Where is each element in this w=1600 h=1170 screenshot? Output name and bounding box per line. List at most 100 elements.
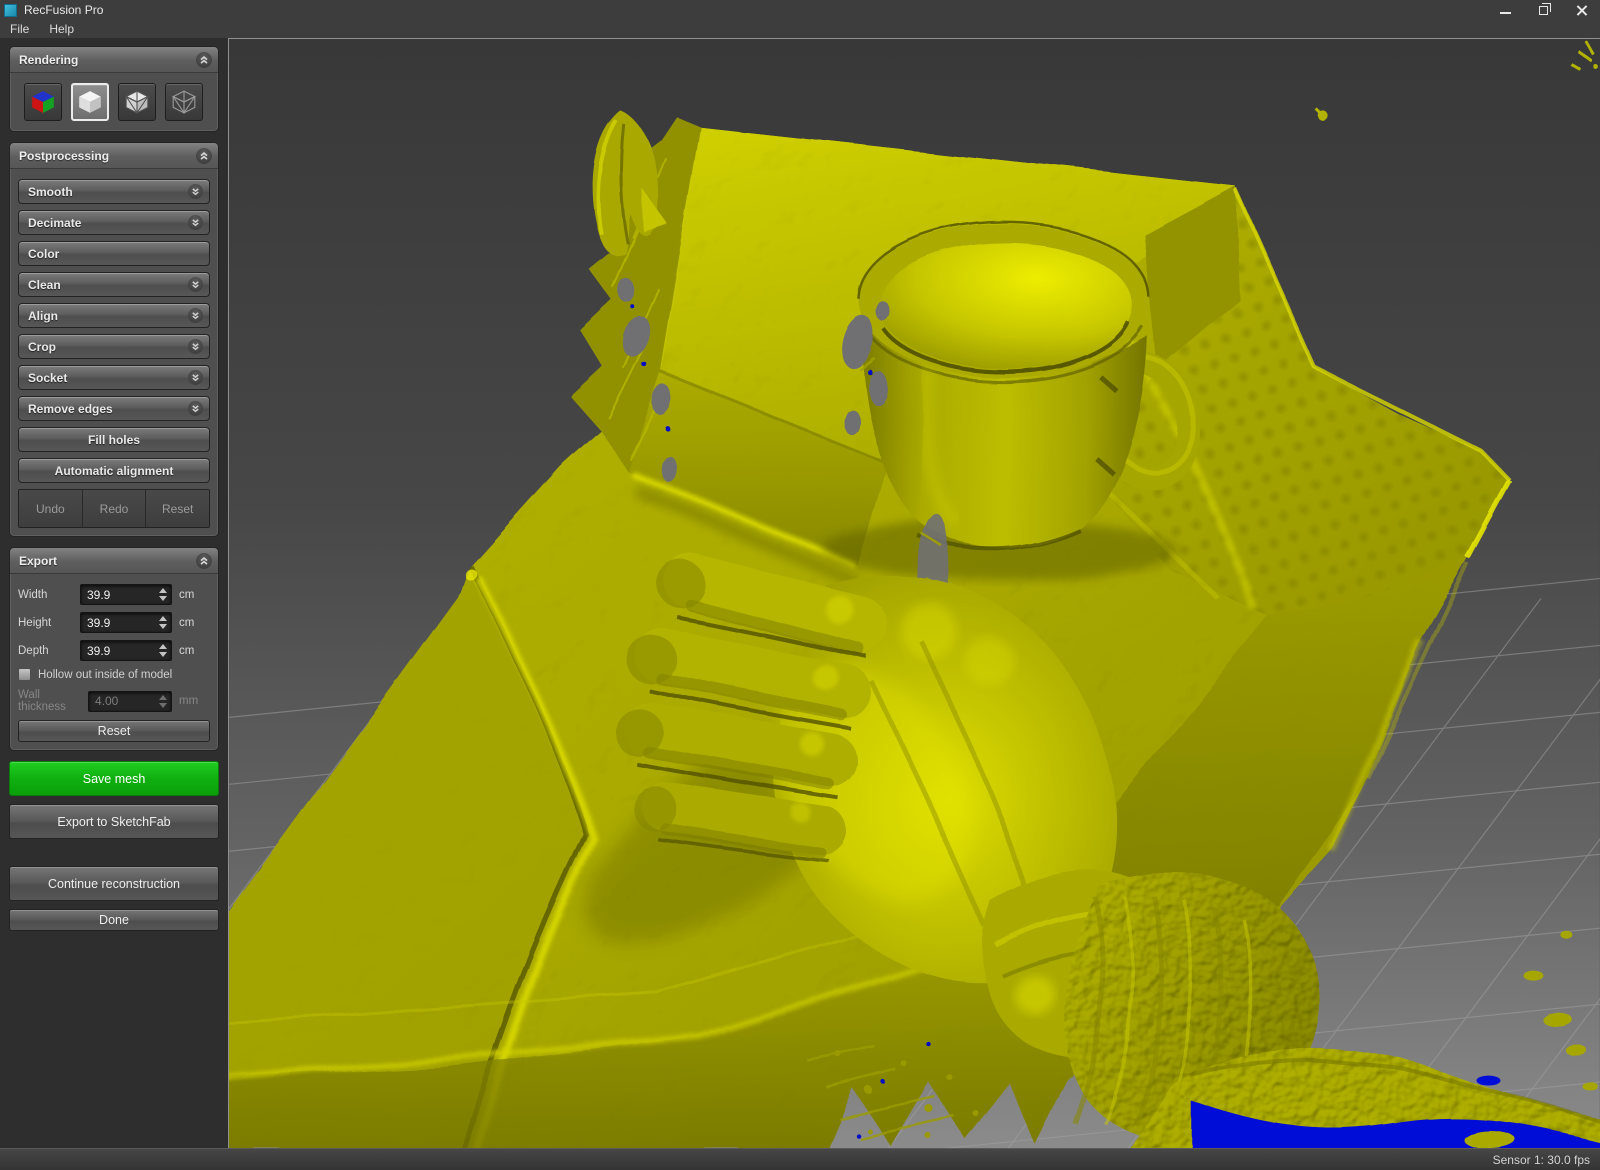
- chevron-double-down-icon: [188, 277, 203, 292]
- close-button[interactable]: [1562, 0, 1600, 20]
- postproc-item-remove-edges[interactable]: Remove edges: [18, 396, 210, 421]
- postproc-item-crop[interactable]: Crop: [18, 334, 210, 359]
- titlebar: RecFusion Pro: [0, 0, 1600, 20]
- chevron-double-down-icon: [188, 308, 203, 323]
- menubar: File Help: [0, 20, 1600, 38]
- render-mode-solid-wireframe-button[interactable]: [118, 83, 156, 121]
- solid-cube-icon: [77, 89, 103, 115]
- chevron-double-down-icon: [188, 215, 203, 230]
- postproc-item-label: Clean: [28, 278, 61, 292]
- hollow-checkbox[interactable]: [18, 668, 31, 681]
- postproc-item-smooth[interactable]: Smooth: [18, 179, 210, 204]
- height-input[interactable]: 39.9: [80, 612, 172, 633]
- postproc-item-label: Crop: [28, 340, 56, 354]
- postproc-item-label: Remove edges: [28, 402, 113, 416]
- height-label: Height: [18, 617, 80, 629]
- width-spinner[interactable]: [159, 588, 167, 601]
- history-buttons: Undo Redo Reset: [18, 489, 210, 528]
- rendering-panel-title: Rendering: [19, 53, 78, 67]
- menu-help[interactable]: Help: [39, 20, 84, 38]
- chevron-double-down-icon: [188, 401, 203, 416]
- postprocessing-panel: Postprocessing Smooth Decimate: [9, 142, 219, 537]
- render-mode-solid-button[interactable]: [71, 83, 109, 121]
- export-panel-title: Export: [19, 554, 57, 568]
- spin-up-icon: [159, 644, 167, 649]
- width-value: 39.9: [87, 588, 110, 602]
- width-unit: cm: [179, 589, 194, 601]
- spin-down-icon: [159, 624, 167, 629]
- colored-cube-icon: [30, 89, 56, 115]
- undo-button[interactable]: Undo: [19, 490, 82, 527]
- hollow-label: Hollow out inside of model: [38, 669, 172, 681]
- chevron-double-up-icon[interactable]: [196, 52, 212, 68]
- postproc-item-socket[interactable]: Socket: [18, 365, 210, 390]
- restore-button[interactable]: [1524, 0, 1562, 20]
- chevron-double-down-icon: [188, 339, 203, 354]
- app-window: RecFusion Pro File Help Rendering: [0, 0, 1600, 1170]
- render-mode-row: [18, 81, 210, 123]
- chevron-double-up-icon[interactable]: [196, 553, 212, 569]
- height-spinner[interactable]: [159, 616, 167, 629]
- spin-up-icon: [159, 588, 167, 593]
- wall-thickness-value: 4.00: [95, 694, 118, 708]
- postproc-item-align[interactable]: Align: [18, 303, 210, 328]
- reset-history-button[interactable]: Reset: [145, 490, 209, 527]
- spin-down-icon: [159, 652, 167, 657]
- postproc-item-decimate[interactable]: Decimate: [18, 210, 210, 235]
- postprocessing-panel-title: Postprocessing: [19, 149, 109, 163]
- chevron-double-up-icon[interactable]: [196, 148, 212, 164]
- depth-unit: cm: [179, 645, 194, 657]
- window-controls: [1486, 0, 1600, 20]
- sidebar: Rendering: [0, 38, 228, 1148]
- postproc-item-label: Align: [28, 309, 58, 323]
- postprocessing-panel-header[interactable]: Postprocessing: [10, 143, 218, 169]
- export-reset-button[interactable]: Reset: [18, 720, 210, 742]
- render-mode-wireframe-button[interactable]: [165, 83, 203, 121]
- height-unit: cm: [179, 617, 194, 629]
- wireframe-cube-icon: [171, 89, 197, 115]
- restore-icon: [1539, 6, 1548, 15]
- spin-down-icon: [159, 596, 167, 601]
- chevron-double-down-icon: [188, 184, 203, 199]
- render-mode-colored-button[interactable]: [24, 83, 62, 121]
- done-button[interactable]: Done: [9, 909, 219, 931]
- continue-reconstruction-button[interactable]: Continue reconstruction: [9, 866, 219, 901]
- viewport-3d[interactable]: [228, 38, 1600, 1148]
- postproc-item-clean[interactable]: Clean: [18, 272, 210, 297]
- spin-down-icon: [159, 703, 167, 708]
- minimize-button[interactable]: [1486, 0, 1524, 20]
- postproc-item-label: Color: [28, 247, 59, 261]
- height-value: 39.9: [87, 616, 110, 630]
- menu-file[interactable]: File: [0, 20, 39, 38]
- depth-spinner[interactable]: [159, 644, 167, 657]
- wall-thickness-label: Wall thickness: [18, 689, 88, 713]
- postproc-item-label: Smooth: [28, 185, 73, 199]
- redo-button[interactable]: Redo: [82, 490, 146, 527]
- scene-canvas[interactable]: [229, 39, 1600, 1148]
- export-panel: Export Width 39.9 cm He: [9, 547, 219, 751]
- wall-thickness-input[interactable]: 4.00: [88, 691, 172, 712]
- spin-up-icon: [159, 695, 167, 700]
- width-input[interactable]: 39.9: [80, 584, 172, 605]
- app-logo-icon: [4, 4, 17, 17]
- statusbar: Sensor 1: 30.0 fps: [0, 1148, 1600, 1170]
- fill-holes-button[interactable]: Fill holes: [18, 427, 210, 452]
- wall-thickness-unit: mm: [179, 695, 198, 707]
- export-panel-header[interactable]: Export: [10, 548, 218, 574]
- width-label: Width: [18, 589, 80, 601]
- automatic-alignment-button[interactable]: Automatic alignment: [18, 458, 210, 483]
- solid-wireframe-cube-icon: [124, 89, 150, 115]
- depth-input[interactable]: 39.9: [80, 640, 172, 661]
- save-mesh-button[interactable]: Save mesh: [9, 761, 219, 796]
- chevron-double-down-icon: [188, 370, 203, 385]
- postproc-item-label: Decimate: [28, 216, 81, 230]
- spin-up-icon: [159, 616, 167, 621]
- depth-value: 39.9: [87, 644, 110, 658]
- rendering-panel: Rendering: [9, 46, 219, 132]
- minimize-icon: [1500, 12, 1511, 14]
- window-title: RecFusion Pro: [24, 3, 103, 17]
- rendering-panel-header[interactable]: Rendering: [10, 47, 218, 73]
- export-sketchfab-button[interactable]: Export to SketchFab: [9, 804, 219, 839]
- wall-thickness-spinner[interactable]: [159, 695, 167, 708]
- postproc-item-color[interactable]: Color: [18, 241, 210, 266]
